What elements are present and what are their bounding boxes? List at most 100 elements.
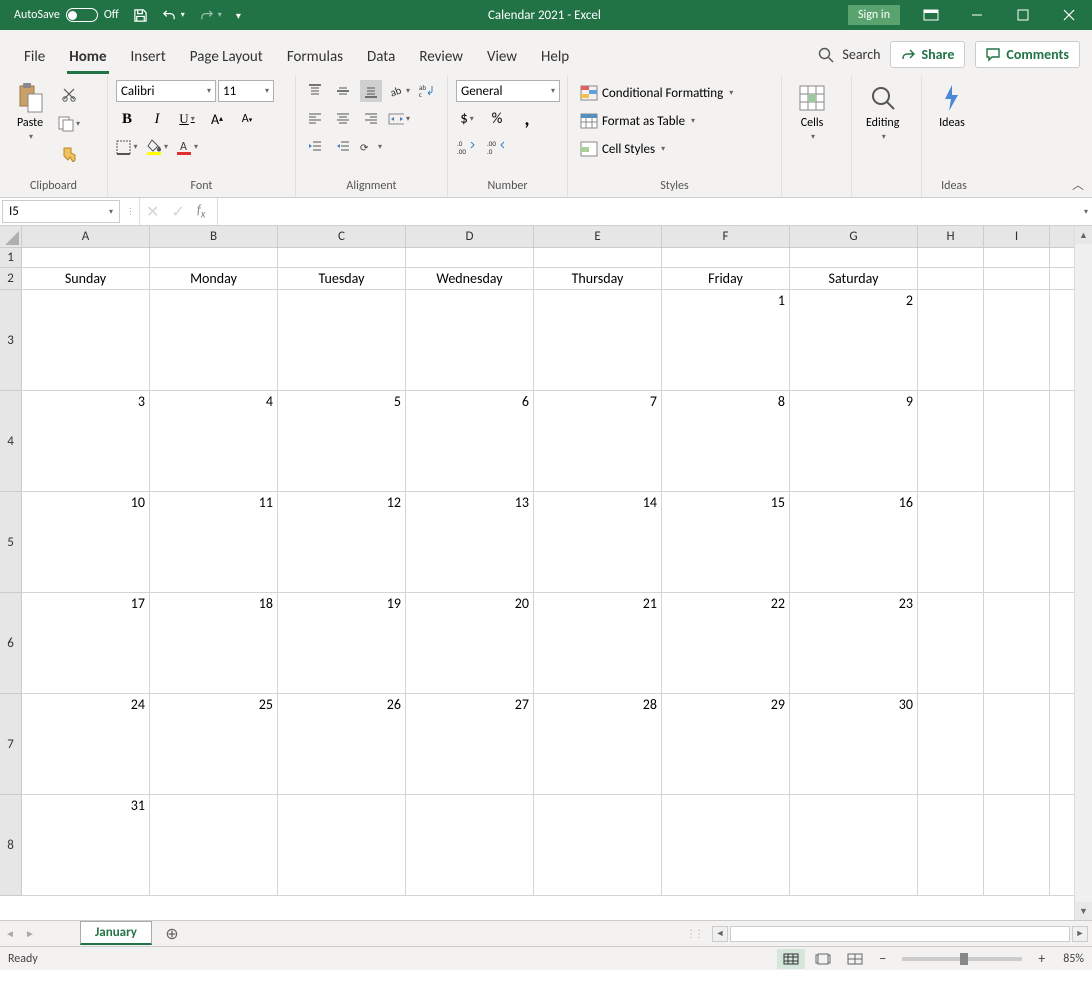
cell[interactable] xyxy=(984,694,1050,794)
tab-data[interactable]: Data xyxy=(355,40,407,76)
formula-input[interactable]: ▾ xyxy=(218,198,1092,225)
name-box[interactable]: I5▾ xyxy=(2,200,120,223)
cells-area[interactable]: SundayMondayTuesdayWednesdayThursdayFrid… xyxy=(22,248,1074,920)
align-right-button[interactable] xyxy=(360,108,382,130)
cell[interactable]: 8 xyxy=(662,391,790,491)
borders-button[interactable]: ▾ xyxy=(116,136,138,158)
cell[interactable]: 6 xyxy=(406,391,534,491)
cell[interactable] xyxy=(406,290,534,390)
row-header[interactable]: 5 xyxy=(0,492,21,593)
undo-button[interactable]: ▾ xyxy=(162,8,185,23)
tab-page-layout[interactable]: Page Layout xyxy=(178,40,275,76)
select-all-corner[interactable] xyxy=(0,226,22,248)
decrease-decimal-button[interactable]: .00.0 xyxy=(486,136,508,158)
copy-button[interactable]: ▾ xyxy=(58,113,80,135)
cell-styles-button[interactable]: Cell Styles▾ xyxy=(576,138,669,160)
ideas-button[interactable]: Ideas xyxy=(930,80,974,132)
cancel-formula-button[interactable]: ✕ xyxy=(146,202,159,222)
row-header[interactable]: 2 xyxy=(0,268,21,290)
share-button[interactable]: Share xyxy=(890,41,965,68)
increase-indent-button[interactable] xyxy=(332,136,354,158)
cell[interactable]: 15 xyxy=(662,492,790,592)
cell[interactable]: 27 xyxy=(406,694,534,794)
cell[interactable]: 30 xyxy=(790,694,918,794)
insert-function-button[interactable]: fx xyxy=(197,203,206,221)
align-middle-button[interactable] xyxy=(332,80,354,102)
cell[interactable] xyxy=(918,694,984,794)
cell[interactable] xyxy=(278,248,406,267)
autosave-switch[interactable] xyxy=(66,8,98,22)
cell[interactable]: 21 xyxy=(534,593,662,693)
save-icon[interactable] xyxy=(133,8,148,23)
paste-button[interactable]: Paste ▾ xyxy=(8,80,52,144)
cell[interactable]: 28 xyxy=(534,694,662,794)
cell[interactable] xyxy=(918,795,984,895)
scroll-up-icon[interactable]: ▲ xyxy=(1075,226,1092,244)
font-name-combo[interactable]: Calibri▾ xyxy=(116,80,216,102)
collapse-ribbon-icon[interactable]: ︿ xyxy=(1072,176,1084,193)
cell[interactable] xyxy=(406,248,534,267)
accounting-format-button[interactable]: $▾ xyxy=(456,108,478,130)
cell[interactable]: 12 xyxy=(278,492,406,592)
column-header[interactable]: H xyxy=(918,226,984,247)
cell[interactable] xyxy=(22,248,150,267)
cell[interactable] xyxy=(918,248,984,267)
cell[interactable]: 3 xyxy=(22,391,150,491)
cell[interactable]: 2 xyxy=(790,290,918,390)
comma-format-button[interactable]: , xyxy=(516,108,538,130)
cell[interactable] xyxy=(984,795,1050,895)
cell[interactable] xyxy=(790,248,918,267)
cell[interactable] xyxy=(790,795,918,895)
cell[interactable]: 29 xyxy=(662,694,790,794)
cell[interactable] xyxy=(984,593,1050,693)
minimize-icon[interactable] xyxy=(954,0,1000,30)
hscroll-right-icon[interactable]: ► xyxy=(1072,926,1088,942)
search-box[interactable]: Search xyxy=(818,46,880,63)
zoom-out-button[interactable]: − xyxy=(873,950,892,967)
cut-button[interactable] xyxy=(58,83,80,105)
cell[interactable]: 4 xyxy=(150,391,278,491)
cell[interactable]: 16 xyxy=(790,492,918,592)
column-header[interactable]: I xyxy=(984,226,1050,247)
zoom-in-button[interactable]: + xyxy=(1032,950,1051,967)
font-color-button[interactable]: A▾ xyxy=(176,136,198,158)
new-sheet-button[interactable]: ⊕ xyxy=(160,922,184,946)
maximize-icon[interactable] xyxy=(1000,0,1046,30)
cell[interactable]: 22 xyxy=(662,593,790,693)
increase-decimal-button[interactable]: .0.00 xyxy=(456,136,478,158)
align-top-button[interactable] xyxy=(304,80,326,102)
cell[interactable]: 11 xyxy=(150,492,278,592)
scroll-down-icon[interactable]: ▼ xyxy=(1075,902,1092,920)
row-header[interactable]: 8 xyxy=(0,795,21,896)
view-normal-button[interactable] xyxy=(777,949,805,969)
row-header[interactable]: 6 xyxy=(0,593,21,694)
column-header[interactable]: E xyxy=(534,226,662,247)
orientation-button[interactable]: ab▾ xyxy=(388,80,410,102)
zoom-level[interactable]: 85% xyxy=(1063,952,1084,966)
align-center-button[interactable] xyxy=(332,108,354,130)
signin-button[interactable]: Sign in xyxy=(848,5,900,25)
wrap-text-button[interactable]: abc xyxy=(416,80,438,102)
decrease-font-button[interactable]: A▾ xyxy=(236,108,258,130)
decrease-indent-button[interactable] xyxy=(304,136,326,158)
cell[interactable] xyxy=(984,248,1050,267)
cells-button[interactable]: Cells▾ xyxy=(790,80,834,144)
redo-button[interactable]: ▾ xyxy=(199,8,222,23)
cell[interactable] xyxy=(22,290,150,390)
row-header[interactable]: 1 xyxy=(0,248,21,268)
column-header[interactable]: D xyxy=(406,226,534,247)
cell[interactable]: 17 xyxy=(22,593,150,693)
tab-insert[interactable]: Insert xyxy=(119,40,178,76)
column-header[interactable]: C xyxy=(278,226,406,247)
cell[interactable] xyxy=(534,248,662,267)
cell[interactable] xyxy=(918,492,984,592)
column-header[interactable]: G xyxy=(790,226,918,247)
cell[interactable] xyxy=(918,290,984,390)
row-header[interactable]: 7 xyxy=(0,694,21,795)
cell[interactable]: Monday xyxy=(150,268,278,289)
cell[interactable] xyxy=(918,593,984,693)
sheet-nav-next[interactable]: ► xyxy=(20,927,40,940)
align-bottom-button[interactable] xyxy=(360,80,382,102)
tab-review[interactable]: Review xyxy=(407,40,475,76)
cell[interactable] xyxy=(984,492,1050,592)
